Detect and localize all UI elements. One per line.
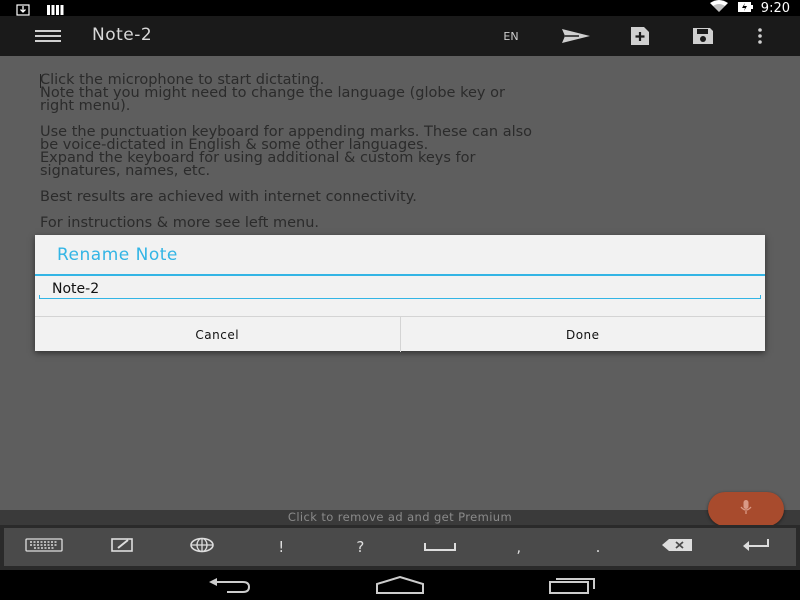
action-bar: Note-2 EN	[0, 16, 800, 56]
backspace-key[interactable]	[638, 528, 717, 566]
enter-icon	[742, 538, 770, 556]
cancel-button[interactable]: Cancel	[35, 317, 400, 352]
battery-charging-icon	[737, 0, 753, 17]
wifi-icon	[709, 0, 729, 17]
globe-key[interactable]	[162, 528, 241, 566]
edit-key[interactable]	[83, 528, 162, 566]
punctuation-keyboard: ! ? , .	[0, 525, 800, 570]
note-name-input[interactable]	[39, 280, 774, 298]
send-icon[interactable]	[560, 26, 592, 46]
dialog-title: Rename Note	[57, 245, 178, 265]
microphone-icon	[739, 499, 753, 519]
text-cursor	[40, 74, 41, 88]
rename-dialog: Rename Note Cancel Done	[35, 235, 774, 352]
note-paragraph: Use the punctuation keyboard for appendi…	[40, 124, 533, 179]
note-paragraph: Click the microphone to start dictating.…	[40, 72, 505, 114]
space-key[interactable]	[400, 528, 479, 566]
question-key[interactable]: ?	[321, 528, 400, 566]
globe-icon	[189, 537, 215, 557]
period-key[interactable]: .	[558, 528, 637, 566]
note-text: Click the microphone to start dictating.…	[40, 72, 770, 243]
status-bar: 9:20	[0, 0, 800, 16]
recents-icon[interactable]	[546, 575, 598, 595]
enter-key[interactable]	[717, 528, 796, 566]
edit-window-icon	[110, 537, 136, 557]
note-title[interactable]: Note-2	[92, 25, 152, 45]
dialog-title-divider	[35, 274, 765, 276]
note-paragraph: For instructions & more see left menu.	[40, 215, 320, 231]
space-icon	[423, 538, 457, 556]
save-icon[interactable]	[690, 25, 716, 47]
menu-icon[interactable]	[34, 27, 62, 45]
language-button[interactable]: EN	[496, 28, 526, 44]
note-paragraph: Best results are achieved with internet …	[40, 189, 417, 205]
done-button[interactable]: Done	[399, 317, 766, 352]
back-icon[interactable]	[204, 576, 254, 594]
keyboard-icon	[24, 538, 63, 556]
navigation-bar	[0, 570, 800, 600]
remove-ad-banner[interactable]: Click to remove ad and get Premium	[0, 510, 800, 525]
dialog-button-row: Cancel Done	[35, 316, 765, 352]
keyboard-key[interactable]	[4, 528, 83, 566]
backspace-icon	[661, 538, 693, 556]
overflow-icon[interactable]	[752, 26, 768, 46]
new-note-icon[interactable]	[627, 25, 653, 47]
comma-key[interactable]: ,	[479, 528, 558, 566]
home-icon[interactable]	[374, 575, 426, 595]
input-underline	[39, 295, 761, 299]
microphone-button[interactable]	[708, 492, 784, 526]
exclamation-key[interactable]: !	[242, 528, 321, 566]
status-time: 9:20	[760, 1, 790, 16]
